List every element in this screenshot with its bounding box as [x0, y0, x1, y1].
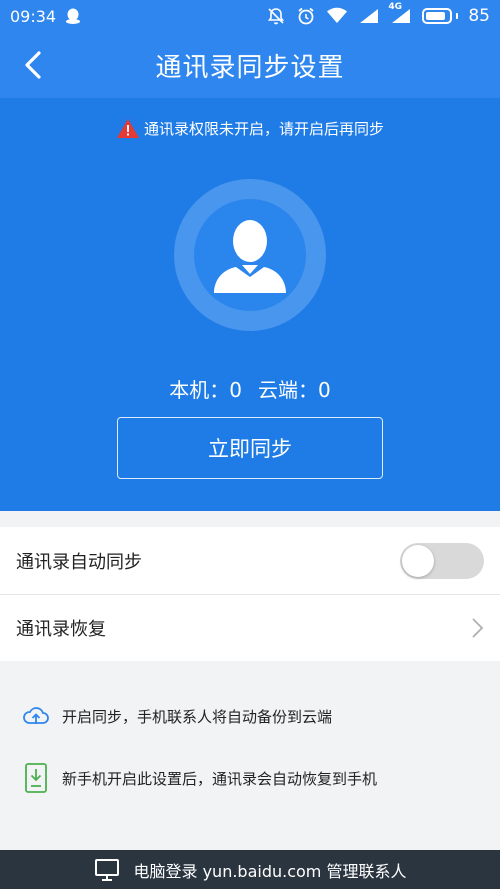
monitor-icon — [94, 858, 119, 881]
network-label: 4G — [388, 2, 403, 12]
phone-download-icon — [25, 763, 47, 793]
alarm-icon — [296, 6, 316, 26]
settings-list: 通讯录自动同步 通讯录恢复 — [0, 527, 500, 661]
battery-level: 85 — [468, 6, 490, 26]
battery-icon — [422, 8, 459, 24]
warning-icon — [116, 119, 139, 138]
sync-hero: 通讯录权限未开启，请开启后再同步 本机：0 云端：0 立即同步 — [0, 98, 500, 511]
battery-fill — [426, 12, 446, 20]
person-icon — [214, 220, 286, 293]
page-title: 通讯录同步设置 — [155, 52, 345, 83]
title-bar: 通讯录同步设置 — [0, 32, 500, 98]
avatar-inner — [194, 199, 306, 311]
status-left: 09:34 — [10, 7, 82, 26]
info-new-phone: 新手机开启此设置后，通讯录会自动恢复到手机 — [22, 763, 377, 793]
footer-text: 电脑登录 yun.baidu.com 管理联系人 — [133, 861, 407, 881]
status-bar: 09:34 4G 85 — [0, 0, 500, 32]
status-right: 4G 85 — [266, 2, 490, 26]
new-phone-text: 新手机开启此设置后，通讯录会自动恢复到手机 — [62, 769, 378, 788]
cloud-backup-text: 开启同步，手机联系人将自动备份到云端 — [62, 707, 333, 726]
footer-bar[interactable]: 电脑登录 yun.baidu.com 管理联系人 — [0, 850, 500, 889]
contact-counts: 本机：0 云端：0 — [0, 374, 500, 403]
toggle-knob — [402, 544, 434, 577]
warning-text: 通讯录权限未开启，请开启后再同步 — [143, 120, 384, 138]
wifi-icon — [326, 7, 348, 25]
restore-label: 通讯录恢复 — [16, 619, 106, 640]
restore-row[interactable]: 通讯录恢复 — [0, 594, 500, 661]
chevron-left-icon — [25, 51, 41, 79]
avatar — [174, 179, 326, 331]
sync-now-button[interactable]: 立即同步 — [117, 417, 383, 479]
auto-sync-toggle[interactable] — [400, 542, 484, 579]
status-time: 09:34 — [10, 6, 57, 26]
battery-tip — [456, 13, 459, 19]
local-count: 本机：0 — [169, 378, 242, 402]
battery-body — [422, 8, 453, 24]
cloud-upload-icon — [23, 707, 49, 724]
auto-sync-row: 通讯录自动同步 — [0, 527, 500, 594]
info-cloud-backup: 开启同步，手机联系人将自动备份到云端 — [22, 705, 332, 727]
back-button[interactable] — [14, 46, 52, 84]
signal-4g-icon: 4G — [388, 2, 412, 24]
qq-icon — [64, 7, 82, 25]
signal-icon — [358, 8, 380, 24]
permission-warning: 通讯录权限未开启，请开启后再同步 — [0, 118, 500, 139]
bell-off-icon — [266, 6, 286, 26]
chevron-right-icon — [472, 618, 484, 638]
cloud-count: 云端：0 — [258, 378, 331, 402]
auto-sync-label: 通讯录自动同步 — [16, 551, 142, 573]
